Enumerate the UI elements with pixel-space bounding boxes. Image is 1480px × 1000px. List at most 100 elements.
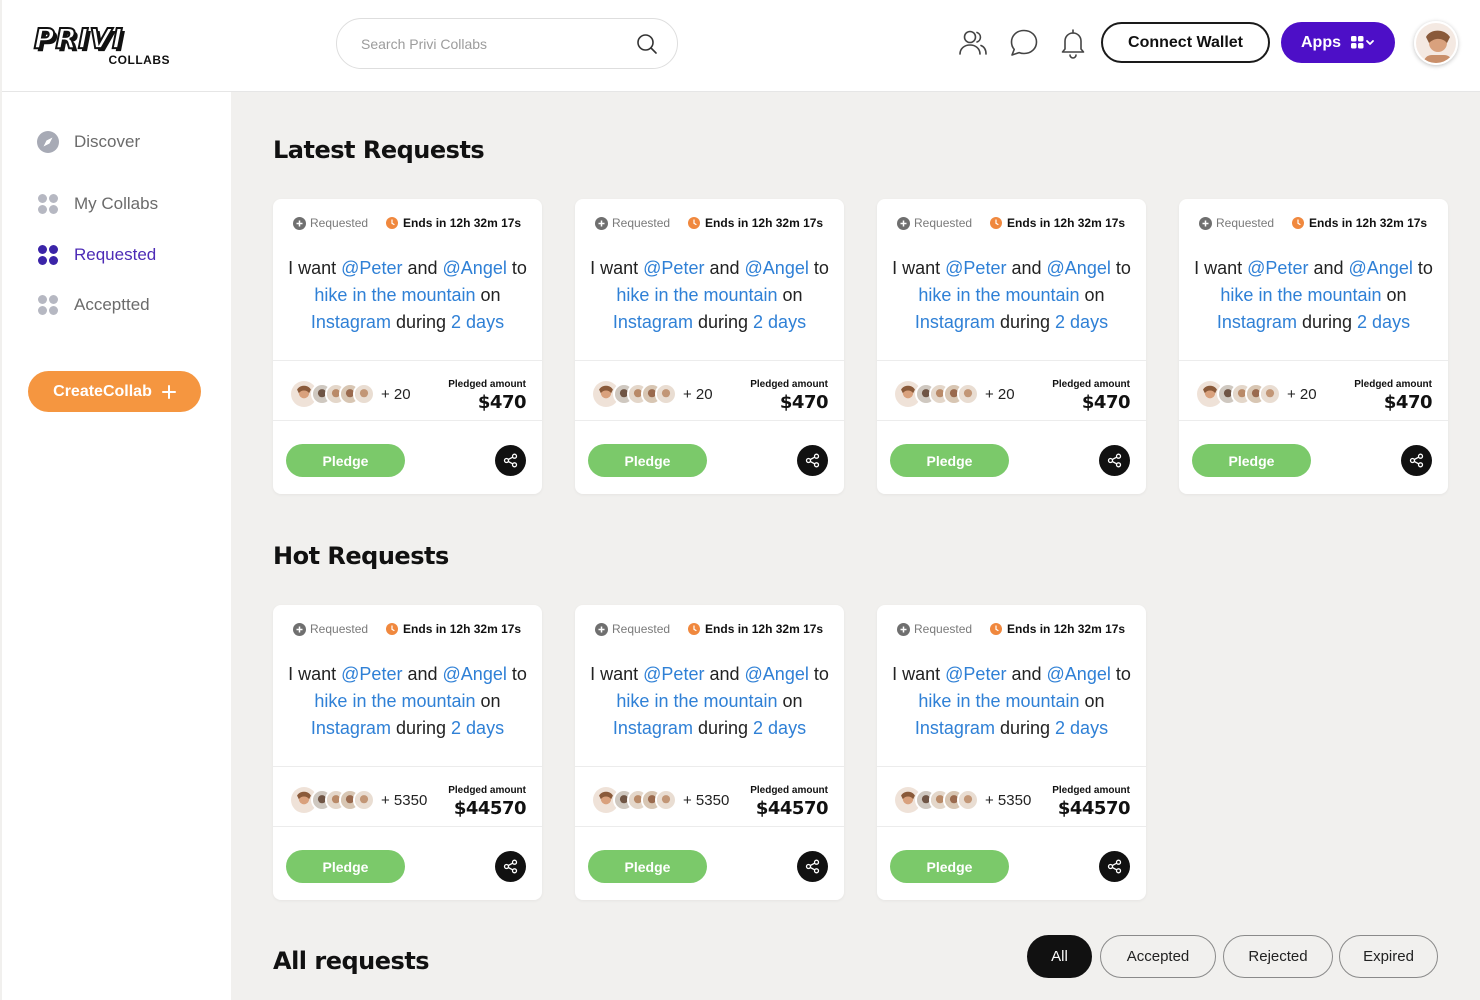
duration-link[interactable]: 2 days: [753, 718, 806, 738]
duration-link[interactable]: 2 days: [753, 312, 806, 332]
user-mention[interactable]: @Peter: [945, 258, 1006, 278]
user-mention[interactable]: @Peter: [643, 258, 704, 278]
user-mention[interactable]: @Angel: [1047, 258, 1111, 278]
platform-link[interactable]: Instagram: [613, 718, 693, 738]
platform-link[interactable]: Instagram: [311, 718, 391, 738]
pledge-button[interactable]: Pledge: [588, 444, 707, 477]
duration-link[interactable]: 2 days: [1055, 312, 1108, 332]
platform-link[interactable]: Instagram: [613, 312, 693, 332]
user-mention[interactable]: @Peter: [1247, 258, 1308, 278]
participants[interactable]: + 5350: [289, 785, 427, 815]
pledge-button[interactable]: Pledge: [286, 444, 405, 477]
grid-icon: [38, 194, 58, 214]
participants[interactable]: + 20: [289, 379, 411, 409]
sidebar-item-my-collabs[interactable]: My Collabs: [36, 189, 158, 219]
filter-accepted[interactable]: Accepted: [1100, 935, 1216, 978]
participants[interactable]: + 20: [591, 379, 713, 409]
platform-link[interactable]: Instagram: [915, 718, 995, 738]
share-button[interactable]: [797, 851, 828, 882]
activity-link[interactable]: hike in the mountain: [918, 285, 1079, 305]
sidebar-item-discover[interactable]: Discover: [36, 127, 140, 157]
participants[interactable]: + 5350: [893, 785, 1031, 815]
duration-link[interactable]: 2 days: [451, 718, 504, 738]
activity-link[interactable]: hike in the mountain: [918, 691, 1079, 711]
share-button[interactable]: [1099, 851, 1130, 882]
platform-link[interactable]: Instagram: [311, 312, 391, 332]
pledged-label: Pledged amount: [448, 785, 526, 796]
search-icon[interactable]: [635, 32, 659, 56]
user-mention[interactable]: @Angel: [443, 664, 507, 684]
activity-link[interactable]: hike in the mountain: [314, 691, 475, 711]
pledged-amount-block: Pledged amount $470: [750, 379, 828, 413]
people-icon[interactable]: [956, 26, 990, 60]
sidebar-item-requested[interactable]: Requested: [36, 240, 156, 270]
request-card: Requested Ends in 12h 32m 17s I want @Pe…: [877, 199, 1146, 494]
filter-rejected[interactable]: Rejected: [1223, 935, 1333, 978]
pledged-amount-block: Pledged amount $44570: [1052, 785, 1130, 819]
privi-collabs-logo[interactable]: PRIVI COLLABS: [33, 23, 174, 70]
request-description: I want @Peter and @Angel to hike in the …: [587, 255, 832, 336]
search-input[interactable]: [361, 19, 631, 68]
sidebar-item-acceptted[interactable]: Acceptted: [36, 290, 150, 320]
activity-link[interactable]: hike in the mountain: [616, 691, 777, 711]
create-collab-button[interactable]: CreateCollab: [28, 371, 201, 412]
pledge-button[interactable]: Pledge: [890, 444, 1009, 477]
share-button[interactable]: [1401, 445, 1432, 476]
text-fragment: and: [1313, 258, 1344, 278]
share-button[interactable]: [495, 851, 526, 882]
activity-link[interactable]: hike in the mountain: [314, 285, 475, 305]
platform-link[interactable]: Instagram: [1217, 312, 1297, 332]
chat-bubble-icon[interactable]: [1007, 26, 1041, 60]
user-avatar[interactable]: [1414, 21, 1458, 65]
text-fragment: during: [395, 312, 447, 332]
status-requested: Requested: [293, 622, 368, 636]
share-icon: [805, 859, 820, 874]
participants[interactable]: + 5350: [591, 785, 729, 815]
text-fragment: during: [697, 312, 749, 332]
avatar: [353, 789, 375, 811]
activity-link[interactable]: hike in the mountain: [1220, 285, 1381, 305]
card-status-row: Requested Ends in 12h 32m 17s: [293, 621, 522, 637]
share-button[interactable]: [1099, 445, 1130, 476]
share-button[interactable]: [797, 445, 828, 476]
user-mention[interactable]: @Angel: [745, 258, 809, 278]
share-button[interactable]: [495, 445, 526, 476]
user-mention[interactable]: @Angel: [1047, 664, 1111, 684]
user-mention[interactable]: @Angel: [745, 664, 809, 684]
participant-count: + 5350: [985, 791, 1032, 809]
user-mention[interactable]: @Peter: [643, 664, 704, 684]
divider: [273, 420, 542, 421]
apps-button[interactable]: Apps: [1281, 22, 1395, 63]
plus-circle-icon: [897, 216, 910, 230]
duration-link[interactable]: 2 days: [1357, 312, 1410, 332]
duration-link[interactable]: 2 days: [1055, 718, 1108, 738]
connect-wallet-button[interactable]: Connect Wallet: [1101, 22, 1270, 63]
sidebar-item-label: My Collabs: [74, 194, 159, 213]
user-mention[interactable]: @Peter: [945, 664, 1006, 684]
user-mention[interactable]: @Peter: [341, 664, 402, 684]
divider: [877, 766, 1146, 767]
time-remaining: Ends in 12h 32m 17s: [386, 622, 521, 636]
participants[interactable]: + 20: [1195, 379, 1317, 409]
pledged-label: Pledged amount: [448, 379, 526, 390]
user-mention[interactable]: @Angel: [443, 258, 507, 278]
user-mention[interactable]: @Angel: [1349, 258, 1413, 278]
pledge-button[interactable]: Pledge: [890, 850, 1009, 883]
pledge-button[interactable]: Pledge: [588, 850, 707, 883]
pledged-amount: $44570: [755, 798, 829, 819]
status-requested: Requested: [293, 216, 368, 230]
text-fragment: I want: [590, 258, 639, 278]
platform-link[interactable]: Instagram: [915, 312, 995, 332]
all-requests-title: All requests: [273, 947, 430, 975]
pledge-button[interactable]: Pledge: [286, 850, 405, 883]
duration-link[interactable]: 2 days: [451, 312, 504, 332]
participants[interactable]: + 20: [893, 379, 1015, 409]
filter-expired[interactable]: Expired: [1339, 935, 1438, 978]
divider: [575, 420, 844, 421]
pledge-button[interactable]: Pledge: [1192, 444, 1311, 477]
bell-icon[interactable]: [1056, 26, 1090, 60]
share-icon: [1107, 859, 1122, 874]
activity-link[interactable]: hike in the mountain: [616, 285, 777, 305]
user-mention[interactable]: @Peter: [341, 258, 402, 278]
filter-all[interactable]: All: [1027, 935, 1092, 978]
